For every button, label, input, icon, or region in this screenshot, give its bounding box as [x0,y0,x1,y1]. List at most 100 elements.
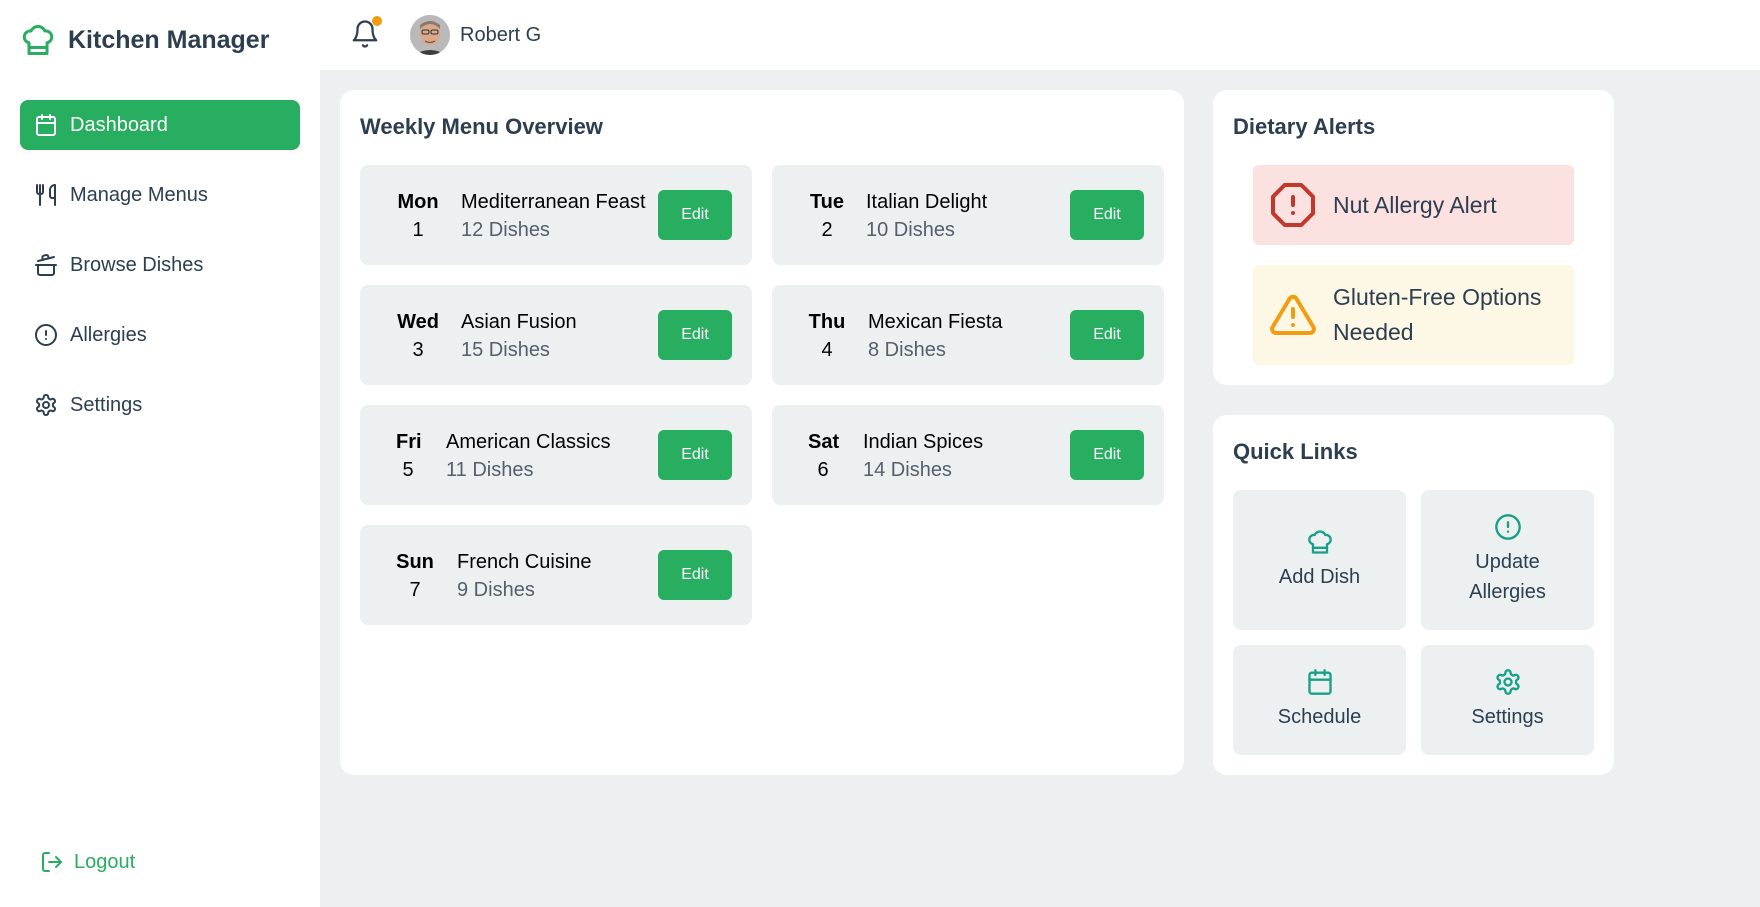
dietary-alerts-card: Dietary Alerts Nut Allergy Alert Gluten-… [1213,90,1614,385]
quick-link-schedule[interactable]: Schedule [1233,645,1406,755]
day-number: 1 [412,219,424,241]
day-name: Sat [808,431,840,453]
dish-count: 11 Dishes [446,459,534,481]
quick-links-card: Quick Links Add Dish Update Allergies Sc… [1213,415,1614,775]
weekly-menu-title: Weekly Menu Overview [360,114,603,139]
quick-link-settings[interactable]: Settings [1421,645,1594,755]
day-info: Mexican Fiesta 8 Dishes [868,309,1003,365]
day-number: 5 [402,459,414,481]
day-tile-sat: Sat 6 Indian Spices 14 Dishes Edit [772,405,1164,505]
edit-button[interactable]: Edit [658,310,732,360]
pot-icon [35,254,57,276]
day-info: American Classics 11 Dishes [446,429,610,485]
sidebar-item-label: Dashboard [70,113,168,136]
gear-icon [1495,669,1520,695]
dish-count: 14 Dishes [863,459,952,481]
nut-allergy-alert[interactable]: Nut Allergy Alert [1253,165,1574,245]
quick-links-title: Quick Links [1233,439,1358,464]
day-name: Mon [397,191,439,213]
edit-button[interactable]: Edit [658,190,732,240]
quick-link-label: Schedule [1277,706,1362,728]
menu-name: Italian Delight [866,191,988,213]
user-name: Robert G [460,23,542,46]
logout-icon [42,852,62,872]
day-name: Tue [809,191,845,213]
day-label: Mon 1 [396,189,440,245]
day-info: Asian Fusion 15 Dishes [461,309,577,365]
dish-count: 8 Dishes [868,339,946,361]
menu-name: Mediterranean Feast [461,191,646,213]
calendar-icon [1307,669,1332,695]
menu-name: Mexican Fiesta [868,311,1003,333]
day-info: French Cuisine 9 Dishes [457,549,592,605]
logout-label: Logout [74,850,136,873]
day-label: Wed 3 [396,309,440,365]
weekly-menu-card: Weekly Menu Overview Mon 1 Mediterranean… [340,90,1184,775]
day-name: Sun [396,551,434,573]
menu-name: American Classics [446,431,611,453]
sidebar-item-manage-menus[interactable]: Manage Menus [20,170,300,220]
day-tile-tue: Tue 2 Italian Delight 10 Dishes Edit [772,165,1164,265]
notification-dot [372,16,382,26]
quick-link-label: Add Dish [1278,566,1361,588]
dish-count: 10 Dishes [866,219,955,241]
quick-link-add-dish[interactable]: Add Dish [1233,490,1406,630]
edit-button[interactable]: Edit [1070,430,1144,480]
day-number: 2 [821,219,833,241]
day-number: 4 [821,339,833,361]
alert-text: Nut Allergy Alert [1333,191,1497,218]
dish-count: 12 Dishes [461,219,550,241]
day-name: Wed [397,311,439,333]
day-number: 7 [409,579,421,601]
alert-circle-icon [1494,514,1521,540]
day-label: Sat 6 [808,429,840,485]
quick-link-label: Settings [1471,706,1544,728]
sidebar-item-label: Settings [70,393,143,416]
menu-name: Indian Spices [863,431,984,453]
gear-icon [36,394,56,416]
sidebar-item-allergies[interactable]: Allergies [20,310,300,360]
top-header: Robert G [320,0,1760,70]
day-info: Italian Delight 10 Dishes [866,189,987,245]
day-label: Thu 4 [808,309,846,365]
octagon-alert-icon [1271,183,1315,227]
day-info: Indian Spices 14 Dishes [863,429,983,485]
dish-count: 15 Dishes [461,339,550,361]
edit-button[interactable]: Edit [658,430,732,480]
sidebar-item-settings[interactable]: Settings [20,380,300,430]
sidebar-nav: Dashboard Manage Menus Browse Dishes All… [20,100,300,450]
day-info: Mediterranean Feast 12 Dishes [461,189,646,245]
day-label: Fri 5 [396,429,422,485]
app-title: Kitchen Manager [68,25,270,54]
quick-link-label: Update Allergies [1469,551,1546,603]
sidebar-item-dashboard[interactable]: Dashboard [20,100,300,150]
brand[interactable]: Kitchen Manager [20,20,269,60]
sidebar-item-label: Manage Menus [70,183,208,206]
day-label: Sun 7 [396,549,434,605]
utensils-icon [36,184,56,206]
edit-button[interactable]: Edit [658,550,732,600]
quick-link-update-allergies[interactable]: Update Allergies [1421,490,1594,630]
dietary-alerts-title: Dietary Alerts [1233,114,1376,139]
gluten-free-alert[interactable]: Gluten-Free Options Needed [1253,265,1574,365]
sidebar-item-label: Browse Dishes [70,253,204,276]
dish-count: 9 Dishes [457,579,535,601]
day-name: Fri [396,431,422,453]
warning-triangle-icon [1270,294,1316,335]
sidebar-item-label: Allergies [70,323,147,346]
logout-button[interactable]: Logout [40,850,135,874]
user-menu[interactable]: Robert G [410,15,541,55]
day-tile-sun: Sun 7 French Cuisine 9 Dishes Edit [360,525,752,625]
day-tile-mon: Mon 1 Mediterranean Feast 12 Dishes Edit [360,165,752,265]
day-tile-wed: Wed 3 Asian Fusion 15 Dishes Edit [360,285,752,385]
alert-circle-icon [35,324,57,346]
notifications-button[interactable] [350,16,382,52]
sidebar-item-browse-dishes[interactable]: Browse Dishes [20,240,300,290]
alert-text: Gluten-Free Options Needed [1333,284,1542,345]
edit-button[interactable]: Edit [1070,190,1144,240]
day-label: Tue 2 [808,189,846,245]
menu-name: Asian Fusion [461,311,577,333]
day-name: Thu [808,311,846,333]
edit-button[interactable]: Edit [1070,310,1144,360]
calendar-icon [36,114,56,136]
